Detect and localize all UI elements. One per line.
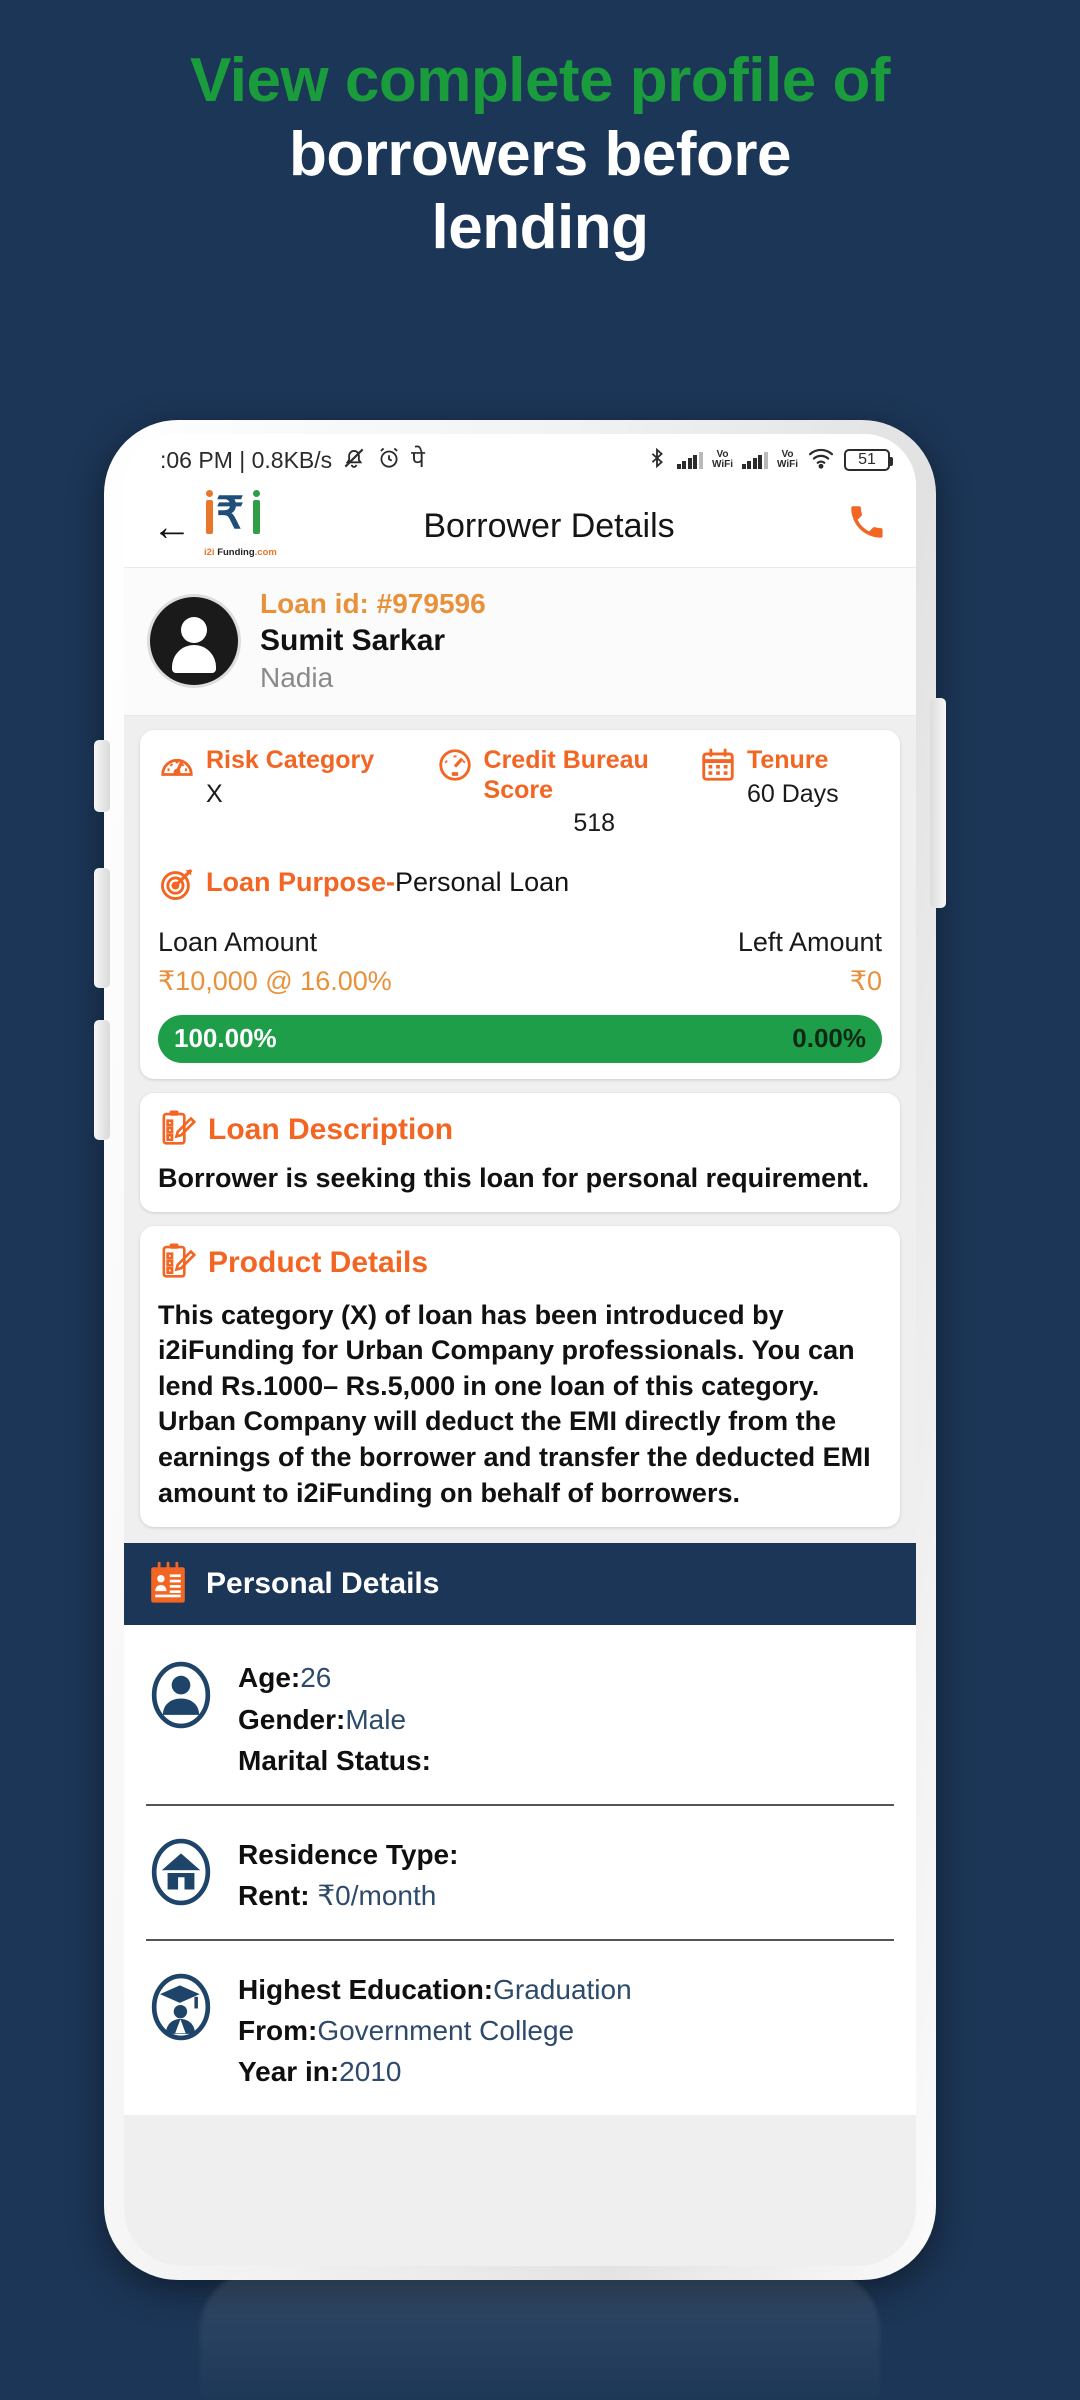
home-circle-icon xyxy=(146,1832,216,1912)
promo-line-3: lending xyxy=(431,193,649,263)
loan-summary-card: Risk Category X Credit Bureau Score 518 … xyxy=(140,730,900,1079)
phone-button-volume-up[interactable] xyxy=(94,868,110,988)
phone-reflection xyxy=(200,2270,880,2400)
personal-details-title: Personal Details xyxy=(206,1567,440,1601)
detail-gender: Gender:Male xyxy=(238,1703,407,1735)
promo-line-1: View complete profile of xyxy=(189,46,891,115)
loan-purpose-row: Loan Purpose-Personal Loan xyxy=(158,865,882,901)
metric-value: 518 xyxy=(573,809,616,837)
metric-label: Risk Category xyxy=(206,746,375,774)
product-details-title: Product Details xyxy=(208,1245,429,1279)
loan-description-text: Borrower is seeking this loan for person… xyxy=(158,1162,870,1193)
phone-call-icon[interactable] xyxy=(832,501,888,553)
product-details-card: Product Details This category (X) of loa… xyxy=(140,1225,900,1528)
sim1-signal-icon xyxy=(676,451,703,469)
left-amount-label: Left Amount xyxy=(737,926,882,957)
loan-purpose-value: Personal Loan xyxy=(395,867,570,898)
metric-risk-category: Risk Category X xyxy=(158,746,426,813)
logo-caption: i2i Funding.com xyxy=(204,546,277,558)
metric-tenure: Tenure 60 Days xyxy=(699,746,882,813)
amount-values-row: ₹10,000 @ 16.00% ₹0 xyxy=(158,958,882,997)
loan-id: Loan id: #979596 xyxy=(260,588,486,619)
wifi-icon xyxy=(807,447,835,473)
loan-purpose-text: Loan Purpose-Personal Loan xyxy=(206,866,569,898)
logo-rupee-glyph: ₹ xyxy=(216,488,244,538)
promo-line-2: borrowers before xyxy=(289,119,791,189)
detail-age: Age:26 xyxy=(238,1662,332,1694)
amount-labels-row: Loan Amount Left Amount xyxy=(158,927,882,958)
risk-gauge-icon xyxy=(158,746,196,784)
personal-details-row-identity: Age:26 Gender:Male Marital Status: xyxy=(146,1629,894,1803)
status-time-network: :06 PM | 0.8KB/s xyxy=(160,446,333,473)
page-title: Borrower Details xyxy=(423,507,675,545)
avatar xyxy=(150,596,238,685)
detail-marital-status: Marital Status: xyxy=(238,1745,431,1777)
clipboard-pen-icon xyxy=(158,1242,196,1284)
personal-details-row-education: Highest Education:Graduation From:Govern… xyxy=(146,1938,894,2115)
speedometer-icon xyxy=(436,746,474,784)
personal-details-header: Personal Details xyxy=(124,1543,916,1626)
target-icon xyxy=(158,865,194,901)
loan-description-title: Loan Description xyxy=(208,1112,454,1146)
metrics-row: Risk Category X Credit Bureau Score 518 … xyxy=(158,746,882,843)
metric-value: X xyxy=(206,779,223,808)
sim1-volte-wifi-label: Vo WiFi xyxy=(711,449,733,470)
pe-app-icon: पे xyxy=(411,446,425,473)
funded-percent: 100.00% xyxy=(174,1023,277,1053)
left-amount-value: ₹0 xyxy=(849,965,882,996)
bell-muted-icon xyxy=(341,445,367,475)
person-circle-icon xyxy=(146,1655,216,1735)
product-details-header: Product Details xyxy=(158,1242,882,1284)
graduation-circle-icon xyxy=(146,1967,216,2047)
phone-screen: :06 PM | 0.8KB/s पे Vo WiFi Vo WiFi 51 ←… xyxy=(124,434,916,2266)
i2ifunding-logo: ₹ i2i Funding.com xyxy=(204,489,277,558)
detail-rent: Rent: ₹0/month xyxy=(238,1880,437,1912)
app-bar: ← ₹ i2i Funding.com Borrower Details xyxy=(124,486,916,568)
personal-details-row-residence: Residence Type: Rent: ₹0/month xyxy=(146,1803,894,1939)
alarm-clock-icon xyxy=(376,445,402,475)
phone-mockup: :06 PM | 0.8KB/s पे Vo WiFi Vo WiFi 51 ←… xyxy=(78,420,962,2290)
product-details-text: This category (X) of loan has been intro… xyxy=(158,1299,871,1508)
funding-progress-bar: 100.00% 0.00% xyxy=(158,1014,882,1063)
sim2-signal-icon xyxy=(741,451,768,469)
loan-purpose-label: Loan Purpose- xyxy=(206,867,396,898)
personal-details-body: Age:26 Gender:Male Marital Status: Resid… xyxy=(124,1625,916,2115)
phone-button-silent[interactable] xyxy=(94,740,110,812)
sim2-volte-wifi-label: Vo WiFi xyxy=(776,449,798,470)
remaining-percent: 0.00% xyxy=(792,1023,866,1053)
status-bar: :06 PM | 0.8KB/s पे Vo WiFi Vo WiFi 51 xyxy=(124,434,916,486)
detail-education-year: Year in:2010 xyxy=(238,2056,402,2088)
loan-description-header: Loan Description xyxy=(158,1109,882,1151)
clipboard-pen-icon xyxy=(158,1109,196,1151)
back-button[interactable]: ← xyxy=(152,507,204,547)
loan-amount-label: Loan Amount xyxy=(158,926,318,957)
metric-value: 60 Days xyxy=(746,779,839,808)
calendar-icon xyxy=(699,746,737,784)
phone-button-volume-down[interactable] xyxy=(94,1020,110,1140)
detail-highest-education: Highest Education:Graduation xyxy=(238,1973,632,2005)
bluetooth-icon xyxy=(646,446,668,474)
metric-label: Credit Bureau Score xyxy=(483,746,649,804)
detail-residence-type: Residence Type: xyxy=(238,1838,459,1870)
battery-indicator: 51 xyxy=(844,449,893,471)
detail-education-from: From:Government College xyxy=(238,2014,575,2046)
borrower-city: Nadia xyxy=(260,662,334,693)
borrower-name: Sumit Sarkar xyxy=(260,624,446,657)
metric-label: Tenure xyxy=(746,746,829,774)
metric-credit-bureau-score: Credit Bureau Score 518 xyxy=(436,746,689,843)
borrower-profile-header: Loan id: #979596 Sumit Sarkar Nadia xyxy=(124,568,916,716)
phone-button-power[interactable] xyxy=(930,698,946,908)
borrower-details-scroll[interactable]: Loan id: #979596 Sumit Sarkar Nadia Risk… xyxy=(124,568,916,2266)
loan-amount-value: ₹10,000 @ 16.00% xyxy=(158,965,392,996)
id-card-icon xyxy=(146,1561,190,1607)
loan-description-card: Loan Description Borrower is seeking thi… xyxy=(140,1092,900,1212)
promo-headline: View complete profile of borrowers befor… xyxy=(0,0,1080,265)
